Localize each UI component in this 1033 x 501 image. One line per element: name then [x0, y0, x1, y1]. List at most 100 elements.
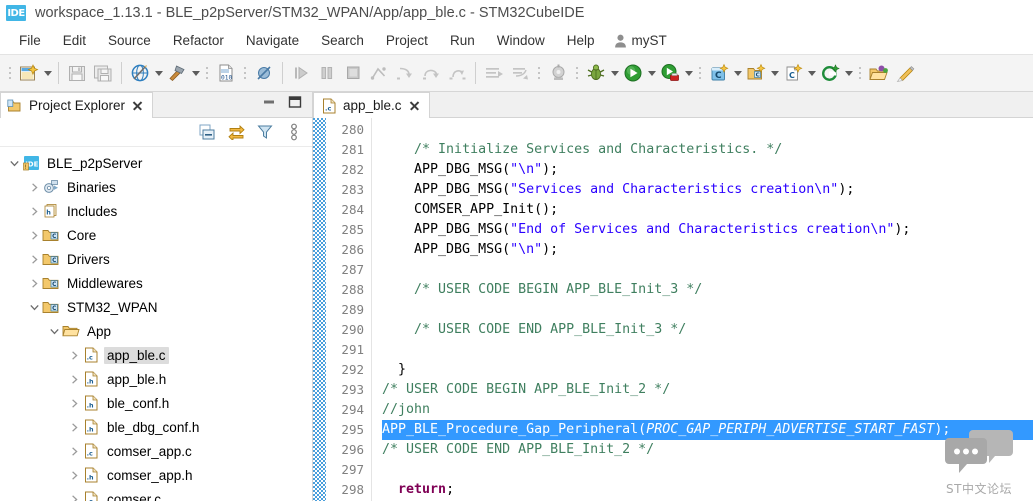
tree-item-middlewares[interactable]: C Middlewares — [0, 271, 312, 295]
expand-toggle[interactable] — [66, 467, 82, 483]
instruction-stepping-button[interactable] — [481, 60, 507, 86]
tree-item-comser-app-c[interactable]: .c comser_app.c — [0, 439, 312, 463]
expand-toggle[interactable] — [26, 203, 42, 219]
close-icon[interactable] — [131, 99, 144, 112]
tree-item-includes[interactable]: h Includes — [0, 199, 312, 223]
code-line[interactable]: /* USER CODE BEGIN APP_BLE_Init_3 */ — [382, 280, 1033, 300]
debug-button[interactable] — [583, 60, 609, 86]
expand-toggle[interactable] — [66, 395, 82, 411]
code-line[interactable]: //john — [382, 400, 1033, 420]
collapse-toggle[interactable] — [6, 155, 22, 171]
code-line[interactable]: APP_DBG_MSG("\n"); — [382, 240, 1033, 260]
menu-project[interactable]: Project — [375, 30, 439, 51]
new-file-button[interactable] — [16, 60, 42, 86]
drop-to-frame-button[interactable] — [507, 60, 533, 86]
run-button[interactable] — [620, 60, 646, 86]
menu-refactor[interactable]: Refactor — [162, 30, 235, 51]
new-c-file-button[interactable]: C — [780, 60, 806, 86]
close-icon[interactable] — [408, 99, 421, 112]
code-line[interactable] — [382, 340, 1033, 360]
expand-toggle[interactable] — [26, 227, 42, 243]
menu-navigate[interactable]: Navigate — [235, 30, 310, 51]
run-dropdown[interactable] — [646, 60, 657, 86]
tree-item-binaries[interactable]: Binaries — [0, 175, 312, 199]
expand-toggle[interactable] — [26, 179, 42, 195]
run-configurations-button[interactable] — [657, 60, 683, 86]
new-c-project-button[interactable]: C — [706, 60, 732, 86]
suspend-button[interactable] — [314, 60, 340, 86]
menu-edit[interactable]: Edit — [52, 30, 97, 51]
new-c-file-dropdown[interactable] — [806, 60, 817, 86]
swv-button[interactable] — [545, 60, 571, 86]
save-button[interactable] — [64, 60, 90, 86]
tree-item-stm32-wpan[interactable]: C STM32_WPAN — [0, 295, 312, 319]
minimize-view-button[interactable] — [261, 94, 277, 115]
run-configurations-dropdown[interactable] — [683, 60, 694, 86]
disconnect-button[interactable] — [366, 60, 392, 86]
tree-item-comser-app-h[interactable]: .h comser_app.h — [0, 463, 312, 487]
maximize-view-button[interactable] — [287, 94, 303, 115]
build-all-dropdown[interactable] — [153, 60, 164, 86]
expand-toggle[interactable] — [66, 443, 82, 459]
build-dropdown[interactable] — [190, 60, 201, 86]
code-line[interactable]: APP_DBG_MSG("End of Services and Charact… — [382, 220, 1033, 240]
tree-item-ble-conf-h[interactable]: .h ble_conf.h — [0, 391, 312, 415]
toolbar-grip[interactable] — [696, 62, 704, 84]
skip-breakpoints-button[interactable] — [251, 60, 277, 86]
new-c-class-button[interactable] — [817, 60, 843, 86]
filter-button[interactable] — [256, 123, 274, 141]
toolbar-grip[interactable] — [535, 62, 543, 84]
open-element-button[interactable] — [866, 60, 892, 86]
step-into-button[interactable] — [392, 60, 418, 86]
tree-item-app[interactable]: App — [0, 319, 312, 343]
step-over-button[interactable] — [418, 60, 444, 86]
expand-toggle[interactable] — [26, 251, 42, 267]
tree-item-comser-c[interactable]: .c comser.c — [0, 487, 312, 501]
code-line[interactable]: /* USER CODE END APP_BLE_Init_3 */ — [382, 320, 1033, 340]
terminate-button[interactable] — [340, 60, 366, 86]
tree-item-ble-dbg-conf-h[interactable]: .h ble_dbg_conf.h — [0, 415, 312, 439]
code-line[interactable] — [382, 460, 1033, 480]
code-line[interactable]: APP_DBG_MSG("Services and Characteristic… — [382, 180, 1033, 200]
menu-run[interactable]: Run — [439, 30, 486, 51]
code-line[interactable]: return; — [382, 480, 1033, 500]
toolbar-grip[interactable] — [6, 62, 14, 84]
new-file-dropdown[interactable] — [42, 60, 53, 86]
view-menu-button[interactable] — [285, 123, 303, 141]
expand-toggle[interactable] — [26, 275, 42, 291]
code-line[interactable]: /* USER CODE END APP_BLE_Init_2 */ — [382, 440, 1033, 460]
menu-help[interactable]: Help — [556, 30, 606, 51]
expand-toggle[interactable] — [66, 371, 82, 387]
toolbar-grip[interactable] — [573, 62, 581, 84]
new-c-folder-button[interactable]: C — [743, 60, 769, 86]
code-line[interactable]: COMSER_APP_Init(); — [382, 200, 1033, 220]
collapse-all-button[interactable] — [198, 123, 216, 141]
code-line-selected[interactable]: APP_BLE_Procedure_Gap_Peripheral(PROC_GA… — [382, 420, 1033, 440]
menu-source[interactable]: Source — [97, 30, 162, 51]
code-line[interactable]: /* Initialize Services and Characteristi… — [382, 140, 1033, 160]
new-c-class-dropdown[interactable] — [843, 60, 854, 86]
tree-item-app-ble-h[interactable]: .h app_ble.h — [0, 367, 312, 391]
code-line[interactable]: } — [382, 360, 1033, 380]
toolbar-grip[interactable] — [856, 62, 864, 84]
collapse-toggle[interactable] — [26, 299, 42, 315]
code-line[interactable] — [382, 120, 1033, 140]
project-tree[interactable]: IDE! BLE_p2pServer Binaries h Includes C Core C… — [0, 147, 312, 501]
tab-project-explorer[interactable]: Project Explorer — [0, 92, 154, 118]
menu-window[interactable]: Window — [486, 30, 556, 51]
code-line[interactable]: /* USER CODE BEGIN APP_BLE_Init_2 */ — [382, 380, 1033, 400]
resume-button[interactable] — [288, 60, 314, 86]
binary-file-button[interactable]: 010 — [213, 60, 239, 86]
save-all-button[interactable] — [90, 60, 116, 86]
expand-toggle[interactable] — [66, 419, 82, 435]
link-with-editor-button[interactable] — [227, 123, 245, 141]
expand-toggle[interactable] — [66, 491, 82, 501]
new-c-project-dropdown[interactable] — [732, 60, 743, 86]
tree-item-app-ble-c[interactable]: .c app_ble.c — [0, 343, 312, 367]
toolbar-grip[interactable] — [203, 62, 211, 84]
build-button[interactable] — [164, 60, 190, 86]
debug-dropdown[interactable] — [609, 60, 620, 86]
myst-account-button[interactable]: myST — [606, 30, 675, 51]
tree-item-ble-p2pserver[interactable]: IDE! BLE_p2pServer — [0, 151, 312, 175]
step-return-button[interactable] — [444, 60, 470, 86]
